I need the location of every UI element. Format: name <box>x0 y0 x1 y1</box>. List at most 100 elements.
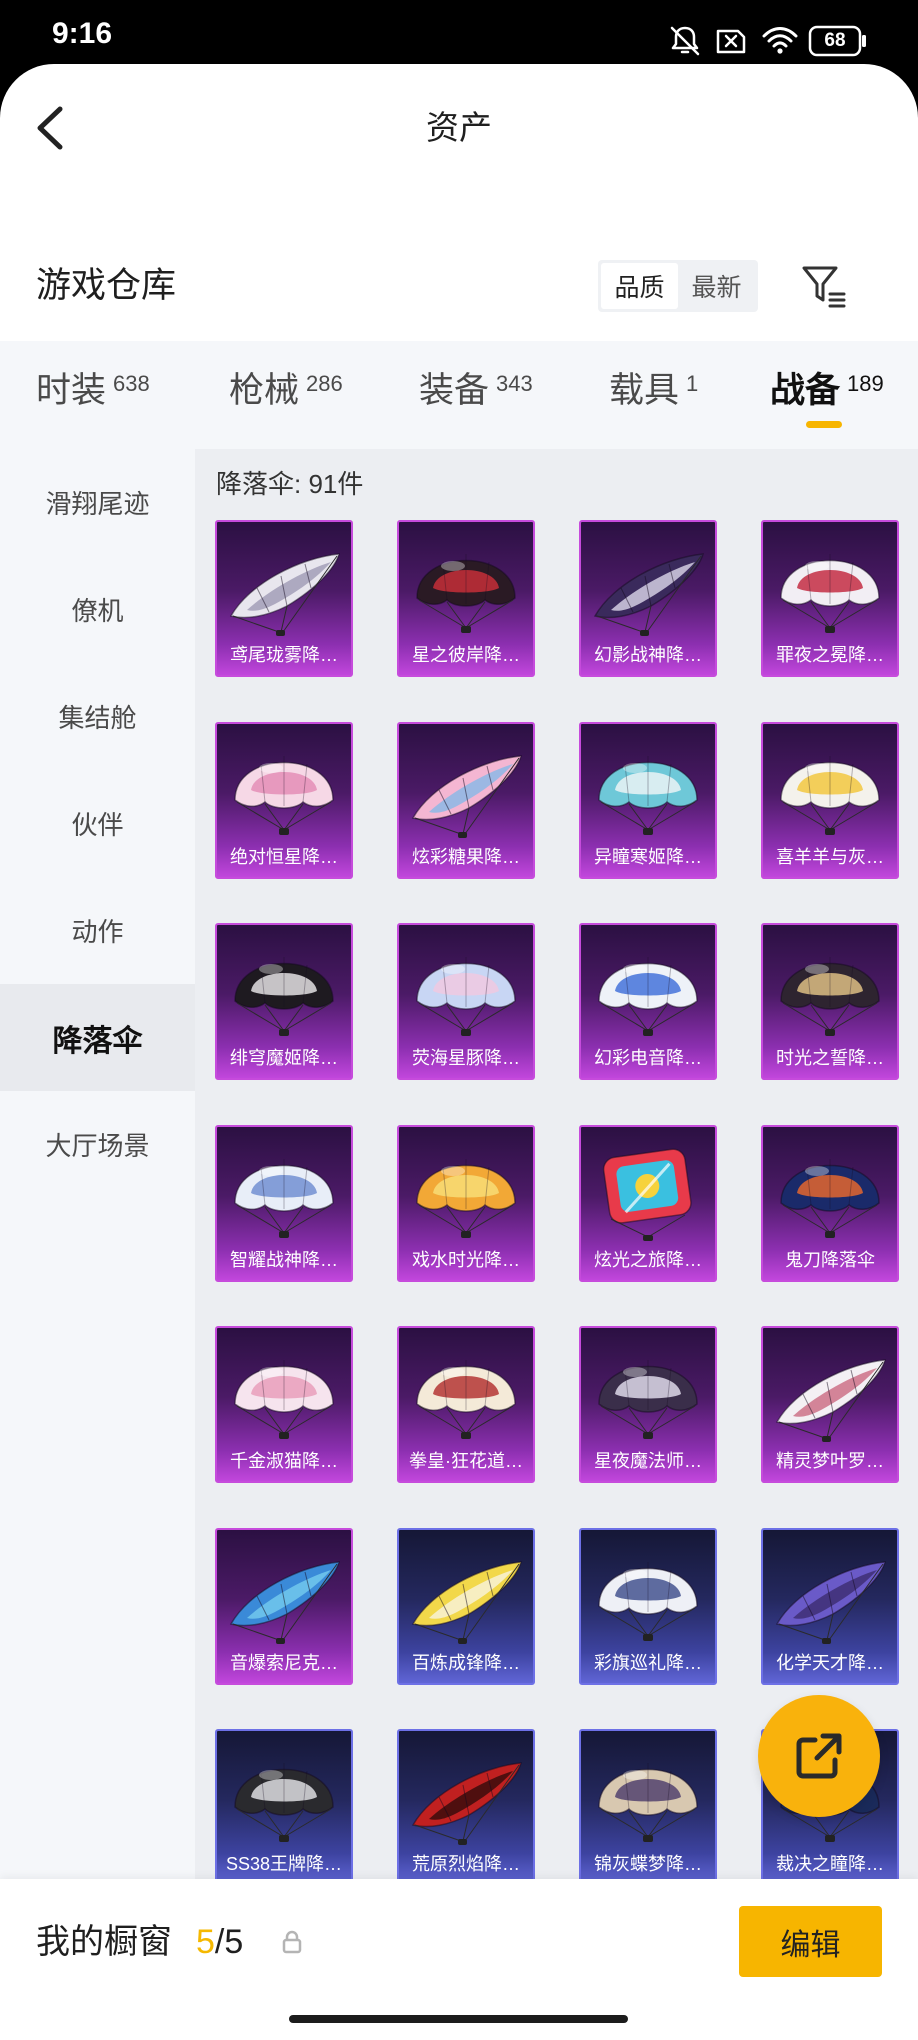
sort-option-quality[interactable]: 品质 <box>601 263 678 309</box>
parachute-card[interactable]: 星之彼岸降… <box>397 520 535 677</box>
parachute-card[interactable]: 绝对恒星降… <box>215 721 353 879</box>
parachute-name: 荒原烈焰降… <box>412 1854 520 1874</box>
tab-supplies[interactable]: 战备 189 <box>770 370 884 416</box>
showcase-total: /5 <box>214 1923 244 1961</box>
sidebar-item-lobby-scene[interactable]: 大厅场景 <box>0 1091 195 1198</box>
edit-button[interactable]: 编辑 <box>739 1906 882 1977</box>
parachute-card[interactable]: 炫光之旅降… <box>579 1124 717 1282</box>
parachute-card[interactable]: 锦灰蝶梦降… <box>579 1729 717 1886</box>
sidebar-item-glide-trail[interactable]: 滑翔尾迹 <box>0 449 195 556</box>
tab-label: 枪械 <box>229 371 300 410</box>
dome-parachute-icon <box>581 925 715 1045</box>
wing-parachute-icon <box>399 1530 533 1650</box>
dome-parachute-icon <box>399 1328 533 1448</box>
warehouse-title: 游戏仓库 <box>36 266 177 305</box>
parachute-card[interactable]: 星夜魔法师… <box>579 1326 717 1483</box>
dome-parachute-icon <box>217 1127 351 1247</box>
parachute-card[interactable]: 千金淑猫降… <box>215 1326 353 1483</box>
tab-label: 战备 <box>770 371 841 410</box>
filter-icon <box>802 266 846 308</box>
parachute-card[interactable]: 鬼刀降落伞 <box>761 1124 899 1282</box>
parachute-name: 罪夜之冕降… <box>776 645 884 665</box>
item-grid: 鸢尾珑雾降… 星之彼岸降… 幻影战神降… 罪夜之冕降… 绝对恒星降… 炫彩糖果降… 异瞳寒姬… <box>215 520 899 1886</box>
square-parachute-icon <box>581 1127 715 1247</box>
parachute-card[interactable]: SS38王牌降… <box>215 1729 353 1886</box>
parachute-name: 星夜魔法师… <box>594 1451 702 1471</box>
parachute-card[interactable]: 荒原烈焰降… <box>397 1729 535 1886</box>
mute-icon <box>668 24 702 56</box>
wing-parachute-icon <box>217 1530 351 1650</box>
parachute-card[interactable]: 音爆索尼克… <box>215 1527 353 1685</box>
dome-parachute-icon <box>399 925 533 1045</box>
dome-parachute-icon <box>217 724 351 844</box>
parachute-name: 裁决之瞳降… <box>776 1854 884 1874</box>
sort-option-newest[interactable]: 最新 <box>678 263 755 309</box>
parachute-name: 戏水时光降… <box>412 1249 520 1270</box>
dome-parachute-icon <box>581 724 715 844</box>
battery-level: 68 <box>824 30 846 51</box>
parachute-name: 千金淑猫降… <box>230 1451 338 1471</box>
parachute-card[interactable]: 智耀战神降… <box>215 1124 353 1282</box>
tab-label: 装备 <box>419 371 490 410</box>
active-tab-indicator <box>806 421 842 428</box>
dome-parachute-icon <box>581 1731 715 1851</box>
back-arrow-icon <box>37 106 63 150</box>
tab-equipment[interactable]: 装备 343 <box>419 370 533 416</box>
parachute-card[interactable]: 彩旗巡礼降… <box>579 1527 717 1685</box>
wing-parachute-icon <box>399 724 533 844</box>
tab-fashion[interactable]: 时装 638 <box>36 370 150 416</box>
parachute-card[interactable]: 炫彩糖果降… <box>397 721 535 879</box>
parachute-name: 鸢尾珑雾降… <box>230 645 338 665</box>
parachute-card[interactable]: 化学天才降… <box>761 1527 899 1685</box>
parachute-name: 精灵梦叶罗… <box>776 1451 884 1471</box>
share-fab-button[interactable] <box>758 1695 880 1817</box>
parachute-name: 喜羊羊与灰… <box>776 846 884 867</box>
parachute-name: 幻彩电音降… <box>594 1048 702 1068</box>
parachute-card[interactable]: 绯穹魔姬降… <box>215 923 353 1080</box>
sort-toggle: 品质 最新 <box>598 260 758 312</box>
showcase-count: 5/5 <box>196 1921 243 1963</box>
status-time: 9:16 <box>52 17 113 50</box>
sidebar-item-emote[interactable]: 动作 <box>0 877 195 984</box>
parachute-card[interactable]: 鸢尾珑雾降… <box>215 520 353 677</box>
dome-parachute-icon <box>581 1530 715 1650</box>
parachute-card[interactable]: 百炼成锋降… <box>397 1527 535 1685</box>
sidebar-item-wingman[interactable]: 僚机 <box>0 556 195 663</box>
parachute-card[interactable]: 幻彩电音降… <box>579 923 717 1080</box>
sidebar-item-rally-pod[interactable]: 集结舱 <box>0 663 195 770</box>
dome-parachute-icon <box>399 1127 533 1247</box>
parachute-card[interactable]: 荧海星豚降… <box>397 923 535 1080</box>
page-title: 资产 <box>426 109 492 146</box>
sidebar-item-companion[interactable]: 伙伴 <box>0 770 195 877</box>
wing-parachute-icon <box>763 1328 897 1448</box>
back-button[interactable] <box>28 103 76 153</box>
tab-weapons[interactable]: 枪械 286 <box>229 370 343 416</box>
parachute-card[interactable]: 喜羊羊与灰… <box>761 721 899 879</box>
item-count-heading: 降落伞: 91件 <box>216 469 364 499</box>
dome-parachute-icon <box>581 1328 715 1448</box>
tab-count: 638 <box>113 371 150 396</box>
parachute-card[interactable]: 拳皇·狂花道… <box>397 1326 535 1483</box>
parachute-card[interactable]: 幻影战神降… <box>579 520 717 677</box>
dome-parachute-icon <box>763 1127 897 1247</box>
sim-disabled-icon <box>714 26 748 56</box>
parachute-card[interactable]: 精灵梦叶罗… <box>761 1326 899 1483</box>
wing-parachute-icon <box>217 522 351 642</box>
tab-vehicles[interactable]: 载具 1 <box>609 370 698 416</box>
dome-parachute-icon <box>217 1328 351 1448</box>
parachute-card[interactable]: 罪夜之冕降… <box>761 520 899 677</box>
external-link-icon <box>796 1733 842 1779</box>
wing-parachute-icon <box>581 522 715 642</box>
parachute-card[interactable]: 时光之誓降… <box>761 923 899 1080</box>
filter-button[interactable] <box>800 262 848 310</box>
parachute-name: 化学天才降… <box>776 1652 884 1673</box>
parachute-name: 拳皇·狂花道… <box>409 1451 523 1471</box>
sidebar-item-parachute[interactable]: 降落伞 <box>0 984 195 1091</box>
tab-count: 189 <box>847 371 884 396</box>
parachute-name: 锦灰蝶梦降… <box>594 1854 702 1874</box>
parachute-card[interactable]: 异瞳寒姬降… <box>579 721 717 879</box>
parachute-card[interactable]: 戏水时光降… <box>397 1124 535 1282</box>
dome-parachute-icon <box>763 522 897 642</box>
wifi-icon <box>760 24 800 56</box>
home-indicator[interactable] <box>289 2015 628 2023</box>
